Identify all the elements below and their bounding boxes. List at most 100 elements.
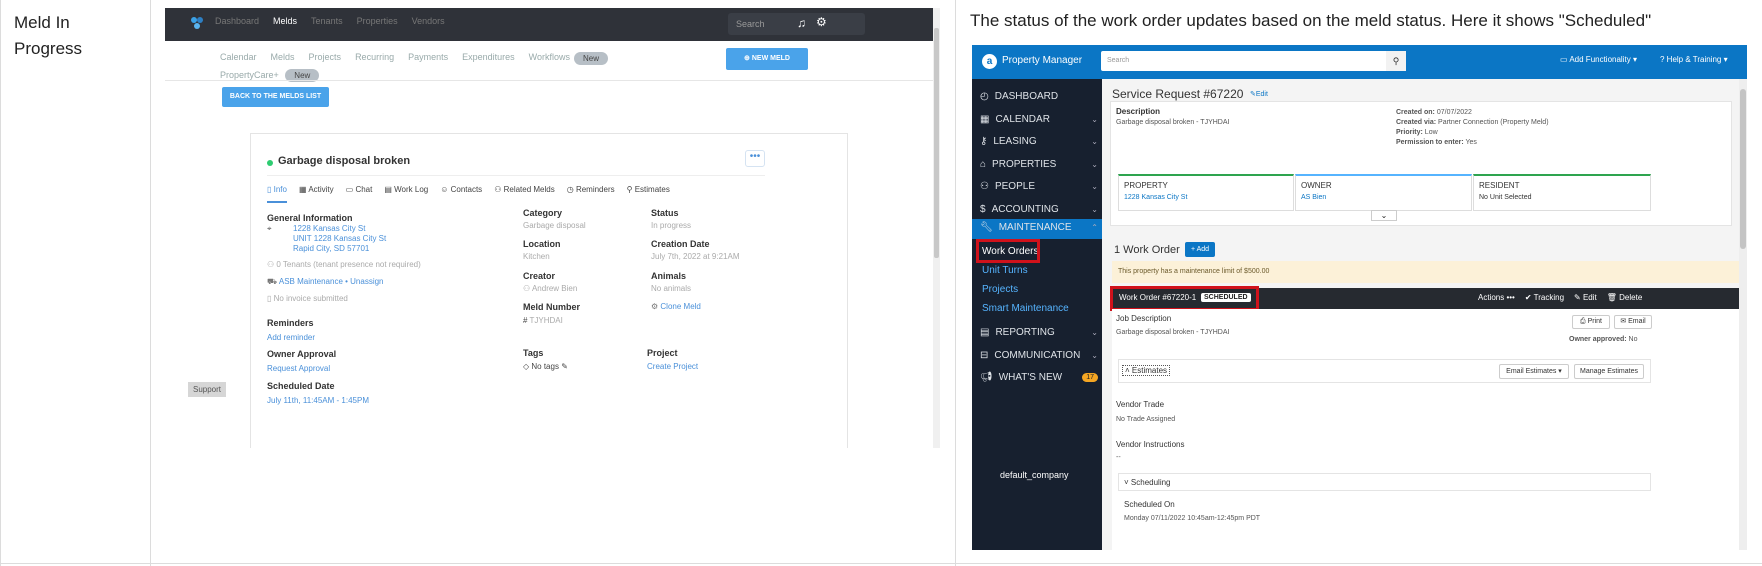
description-heading: Description xyxy=(1116,107,1161,116)
property-card[interactable] xyxy=(1118,174,1294,211)
tab-chat[interactable]: ▭ Chat xyxy=(346,185,373,203)
tab-estimates[interactable]: ⚲ Estimates xyxy=(627,185,670,203)
sidebar-item-dashboard[interactable]: ◴ DASHBOARD xyxy=(980,91,1098,102)
subnav-propertycare[interactable]: PropertyCare+ xyxy=(220,70,279,80)
pm-search-input[interactable]: Search xyxy=(1101,51,1406,71)
subnav-expenditures[interactable]: Expenditures xyxy=(462,52,515,65)
job-desc-heading: Job Description xyxy=(1116,314,1172,323)
resident-card[interactable] xyxy=(1473,174,1651,211)
pm-scrollbar[interactable] xyxy=(1739,79,1747,550)
topnav-tenants[interactable]: Tenants xyxy=(311,16,343,26)
unassign-link[interactable]: Unassign xyxy=(350,277,383,286)
tracking-button[interactable]: ✔ Tracking xyxy=(1525,293,1564,302)
location-value: Kitchen xyxy=(523,252,550,261)
property-heading: PROPERTY xyxy=(1124,181,1168,190)
topnav-dashboard[interactable]: Dashboard xyxy=(215,16,259,26)
email-button[interactable]: ✉ Email xyxy=(1614,315,1652,329)
creation-heading: Creation Date xyxy=(651,239,710,249)
sr-edit-link[interactable]: ✎Edit xyxy=(1250,90,1268,98)
sidebar-item-accounting[interactable]: $ ACCOUNTING ⌄ xyxy=(980,204,1098,215)
resident-heading: RESIDENT xyxy=(1479,181,1520,190)
sidebar-item-leasing[interactable]: ⚷ LEASING ⌄ xyxy=(980,136,1098,147)
gear-icon[interactable]: ⚙ xyxy=(816,15,827,29)
vendor-row: ⛟ ASB Maintenance • Unassign xyxy=(267,277,384,286)
sidebar-item-properties[interactable]: ⌂ PROPERTIES ⌄ xyxy=(980,159,1098,170)
property-link[interactable]: 1228 Kansas City St xyxy=(1124,194,1187,201)
meld-subnav: Calendar Melds Projects Recurring Paymen… xyxy=(220,52,609,65)
topnav-properties[interactable]: Properties xyxy=(357,16,398,26)
sidebar-sub-projects[interactable]: Projects xyxy=(982,284,1018,295)
vendor-trade-value: No Trade Assigned xyxy=(1116,416,1176,423)
vendor-instructions-value: -- xyxy=(1116,454,1121,461)
tab-work-log[interactable]: ▤ Work Log xyxy=(384,185,428,203)
bell-icon[interactable]: ♫ xyxy=(797,16,806,30)
subnav-payments[interactable]: Payments xyxy=(408,52,448,65)
tab-info[interactable]: ▯ Info xyxy=(267,185,287,203)
scheduled-date-value: July 11th, 11:45AM - 1:45PM xyxy=(267,396,369,405)
search-icon[interactable]: ⚲ xyxy=(1386,51,1406,71)
sidebar-sub-smart-maintenance[interactable]: Smart Maintenance xyxy=(982,303,1069,314)
subnav-workflows[interactable]: Workflows xyxy=(529,52,570,65)
pencil-icon[interactable]: ✎ xyxy=(561,362,568,371)
scheduling-toggle[interactable]: ˅ Scheduling xyxy=(1124,478,1171,487)
sidebar-item-reporting[interactable]: ▤ REPORTING ⌄ xyxy=(980,327,1098,338)
topnav-melds[interactable]: Melds xyxy=(273,16,297,26)
meld-logo-icon xyxy=(189,15,205,31)
chevron-down-icon: ⌄ xyxy=(1091,182,1098,191)
request-approval-link[interactable]: Request Approval xyxy=(267,364,330,373)
tab-activity[interactable]: ▦ Activity xyxy=(299,185,334,203)
back-to-melds-button[interactable]: BACK TO THE MELDS LIST xyxy=(222,87,329,107)
support-button[interactable]: Support xyxy=(188,382,227,397)
print-button[interactable]: ⎙ Print xyxy=(1572,315,1610,329)
pm-screenshot: a Property Manager Search ⚲ ▭ Add Functi… xyxy=(972,45,1747,550)
company-name: default_company xyxy=(1000,470,1069,480)
scheduling-panel xyxy=(1118,473,1651,491)
more-menu-button[interactable]: ••• xyxy=(745,150,765,167)
sidebar-sub-unit-turns[interactable]: Unit Turns xyxy=(982,265,1028,276)
pm-logo-icon: a xyxy=(982,54,997,69)
owner-card[interactable] xyxy=(1295,174,1472,211)
table-divider-1 xyxy=(150,0,151,566)
tab-contacts[interactable]: ☺ Contacts xyxy=(440,185,482,203)
subnav-recurring[interactable]: Recurring xyxy=(355,52,394,65)
subnav-melds[interactable]: Melds xyxy=(271,52,295,65)
owner-approved: Owner approved: No xyxy=(1569,336,1638,343)
add-functionality-menu[interactable]: ▭ Add Functionality ▾ xyxy=(1560,55,1637,64)
tab-related-melds[interactable]: ⚇ Related Melds xyxy=(494,185,555,203)
subnav-projects[interactable]: Projects xyxy=(309,52,342,65)
actions-menu[interactable]: Actions ••• xyxy=(1478,293,1515,302)
meta-block: Created on: 07/07/2022 Created via: Part… xyxy=(1396,109,1549,146)
meld-scrollbar[interactable] xyxy=(933,8,940,448)
row-caption: The status of the work order updates bas… xyxy=(970,11,1652,30)
owner-link[interactable]: AS Bien xyxy=(1301,194,1326,201)
topnav-vendors[interactable]: Vendors xyxy=(412,16,445,26)
manage-estimates-button[interactable]: Manage Estimates xyxy=(1574,364,1644,379)
wo-edit-button[interactable]: ✎ Edit xyxy=(1574,293,1597,302)
create-project-link[interactable]: Create Project xyxy=(647,362,698,371)
sidebar-item-calendar[interactable]: ▦ CALENDAR ⌄ xyxy=(980,114,1098,125)
subnav-calendar[interactable]: Calendar xyxy=(220,52,257,65)
clone-meld-link[interactable]: ⚙ Clone Meld xyxy=(651,302,701,311)
sidebar-item-whats-new[interactable]: 📢︎ WHAT'S NEW 17 xyxy=(980,372,1098,383)
add-reminder-link[interactable]: Add reminder xyxy=(267,333,315,342)
help-training-menu[interactable]: ? Help & Training ▾ xyxy=(1660,55,1728,64)
sidebar-item-communication[interactable]: ⊟ COMMUNICATION ⌄ xyxy=(980,350,1098,361)
add-work-order-button[interactable]: + Add xyxy=(1185,242,1215,257)
sidebar-item-maintenance[interactable]: 🔧︎ MAINTENANCE ⌃ xyxy=(980,222,1098,233)
title-divider xyxy=(267,175,765,176)
table-border-left xyxy=(0,0,1,566)
scheduled-date-heading: Scheduled Date xyxy=(267,381,335,391)
expand-chevron-icon[interactable]: ⌄ xyxy=(1371,210,1397,221)
truck-icon: ⛟ xyxy=(267,277,279,286)
sidebar-item-people[interactable]: ⚇ PEOPLE ⌄ xyxy=(980,181,1098,192)
address-link[interactable]: 1228 Kansas City St UNIT 1228 Kansas City… xyxy=(293,224,386,254)
estimates-toggle[interactable]: ˄ Estimates xyxy=(1122,365,1171,376)
location-pin-icon: ⌖ xyxy=(267,224,272,233)
pm-brand: Property Manager xyxy=(1002,55,1083,66)
email-estimates-button[interactable]: Email Estimates ▾ xyxy=(1499,364,1569,379)
new-meld-button[interactable]: ⊕ NEW MELD xyxy=(726,48,808,70)
category-heading: Category xyxy=(523,208,563,218)
tab-reminders[interactable]: ◷ Reminders xyxy=(567,185,615,203)
vendor-link[interactable]: ASB Maintenance xyxy=(279,277,343,286)
delete-button[interactable]: 🗑︎ Delete xyxy=(1607,293,1643,302)
